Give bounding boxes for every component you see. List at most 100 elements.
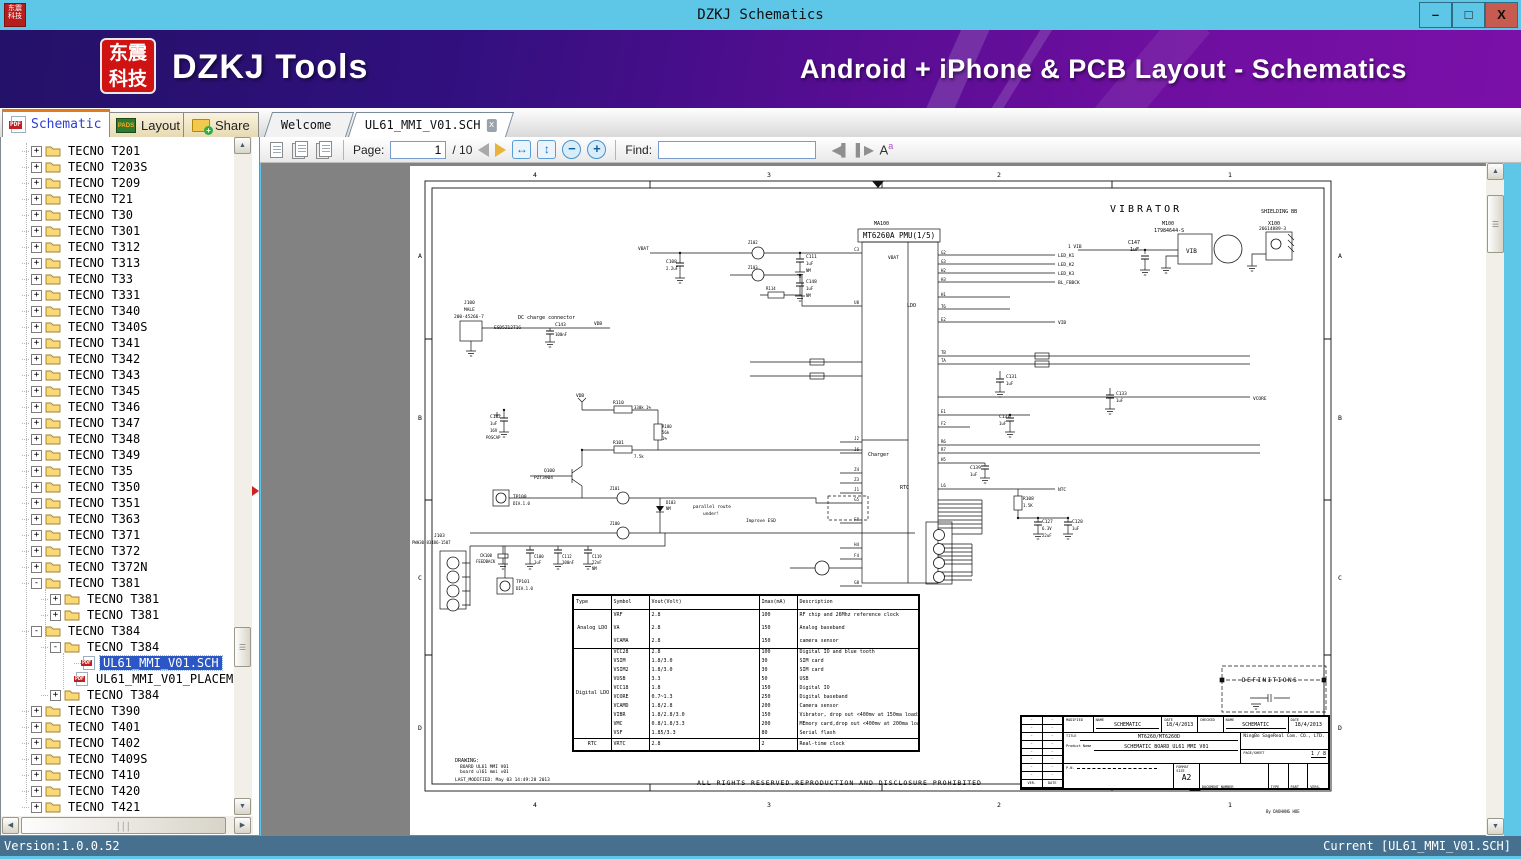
tree-toggle-icon[interactable]: +: [31, 545, 42, 557]
tree-item[interactable]: + TECNO T421: [2, 799, 234, 815]
tree-item[interactable]: + TECNO T381: [2, 591, 234, 607]
zoom-in-icon[interactable]: +: [587, 140, 607, 159]
tree-item[interactable]: + TECNO T209: [2, 175, 234, 191]
tree-toggle-icon[interactable]: +: [31, 737, 42, 749]
tree-item[interactable]: PDF UL61_MMI_V01_PLACEMENT: [2, 671, 234, 687]
tree-toggle-icon[interactable]: +: [31, 401, 42, 413]
single-page-icon[interactable]: [268, 141, 286, 159]
tree-toggle-icon[interactable]: +: [31, 177, 42, 189]
fit-page-icon[interactable]: ↕: [537, 140, 557, 159]
viewer-scroll-down-icon[interactable]: ▼: [1487, 818, 1504, 835]
tree-toggle-icon[interactable]: +: [31, 513, 42, 525]
tree-toggle-icon[interactable]: +: [31, 481, 42, 493]
viewer-vscroll-track[interactable]: [1486, 163, 1504, 836]
tab-layout[interactable]: PADS Layout: [107, 112, 190, 137]
tree-item[interactable]: + TECNO T363: [2, 511, 234, 527]
tree-toggle-icon[interactable]: +: [31, 257, 42, 269]
tree-item[interactable]: + TECNO T35: [2, 463, 234, 479]
tree-item[interactable]: + TECNO T203S: [2, 159, 234, 175]
tree-toggle-icon[interactable]: +: [31, 161, 42, 173]
tree-item[interactable]: + TECNO T312: [2, 239, 234, 255]
sidebar-scroll-left-icon[interactable]: ◀: [2, 817, 19, 834]
find-input[interactable]: [658, 140, 817, 159]
tree-toggle-icon[interactable]: -: [31, 577, 42, 589]
tree-item[interactable]: + TECNO T343: [2, 367, 234, 383]
tree-toggle-icon[interactable]: +: [50, 609, 61, 621]
tree-item[interactable]: + TECNO T33: [2, 271, 234, 287]
sidebar-scroll-down-icon[interactable]: ▼: [234, 798, 251, 815]
tree-item[interactable]: PDF UL61_MMI_V01.SCH: [2, 655, 234, 671]
tree-item[interactable]: + TECNO T340S: [2, 319, 234, 335]
tree-item[interactable]: + TECNO T331: [2, 287, 234, 303]
doc-tab-welcome[interactable]: Welcome: [263, 112, 355, 137]
tree-toggle-icon[interactable]: -: [50, 641, 61, 653]
tree-item[interactable]: + TECNO T21: [2, 191, 234, 207]
tree-item[interactable]: + TECNO T347: [2, 415, 234, 431]
tree-toggle-icon[interactable]: +: [31, 417, 42, 429]
tree-toggle-icon[interactable]: +: [31, 561, 42, 573]
splitter-collapse-arrow[interactable]: [252, 486, 259, 496]
sidebar-scroll-right-icon[interactable]: ▶: [234, 817, 251, 834]
doc-tab-active[interactable]: UL61_MMI_V01.SCH x: [347, 112, 515, 137]
tree-item[interactable]: + TECNO T410: [2, 767, 234, 783]
tree-item[interactable]: + TECNO T349: [2, 447, 234, 463]
tree-item[interactable]: + TECNO T351: [2, 495, 234, 511]
tree-item[interactable]: + TECNO T313: [2, 255, 234, 271]
tree-toggle-icon[interactable]: +: [31, 385, 42, 397]
tree-item[interactable]: + TECNO T340: [2, 303, 234, 319]
tree-toggle-icon[interactable]: +: [31, 305, 42, 317]
tree-toggle-icon[interactable]: +: [31, 785, 42, 797]
tree-item[interactable]: + TECNO T381: [2, 607, 234, 623]
tree-item[interactable]: + TECNO T201: [2, 143, 234, 159]
tree-toggle-icon[interactable]: +: [50, 593, 61, 605]
tree-toggle-icon[interactable]: +: [31, 529, 42, 541]
tree-toggle-icon[interactable]: +: [31, 433, 42, 445]
tree-item[interactable]: + TECNO T409S: [2, 751, 234, 767]
tree-item[interactable]: + TECNO T345: [2, 383, 234, 399]
tree-item[interactable]: + TECNO T341: [2, 335, 234, 351]
tree-toggle-icon[interactable]: +: [31, 753, 42, 765]
page-number-input[interactable]: [390, 140, 447, 159]
tree-toggle-icon[interactable]: +: [31, 273, 42, 285]
sidebar-hscroll-thumb[interactable]: │││: [21, 817, 226, 834]
tree-item[interactable]: + TECNO T301: [2, 223, 234, 239]
tree-toggle-icon[interactable]: +: [31, 465, 42, 477]
tree-toggle-icon[interactable]: +: [31, 209, 42, 221]
sidebar-vscroll-thumb[interactable]: ☰: [234, 627, 251, 667]
minimize-button[interactable]: –: [1419, 2, 1452, 28]
tree-item[interactable]: + TECNO T30: [2, 207, 234, 223]
font-case-icon[interactable]: Aa: [880, 141, 894, 157]
tree-item[interactable]: - TECNO T381: [2, 575, 234, 591]
tree-toggle-icon[interactable]: +: [31, 337, 42, 349]
fit-width-icon[interactable]: ↔: [512, 140, 532, 159]
tree-item[interactable]: - TECNO T384: [2, 623, 234, 639]
tree-toggle-icon[interactable]: +: [31, 497, 42, 509]
tab-share[interactable]: + Share: [183, 112, 259, 137]
tree-toggle-icon[interactable]: +: [31, 145, 42, 157]
doc-tab-close-icon[interactable]: x: [486, 118, 497, 132]
prev-page-icon[interactable]: [478, 142, 490, 157]
tree-item[interactable]: + TECNO T372N: [2, 559, 234, 575]
tab-schematic[interactable]: PDF Schematic: [2, 109, 111, 137]
tree-toggle-icon[interactable]: +: [31, 193, 42, 205]
tree-toggle-icon[interactable]: +: [31, 241, 42, 253]
viewer-scroll-up-icon[interactable]: ▲: [1487, 163, 1504, 180]
tree-toggle-icon[interactable]: +: [50, 689, 61, 701]
tree-toggle-icon[interactable]: -: [31, 625, 42, 637]
tree-toggle-icon[interactable]: +: [31, 321, 42, 333]
next-page-copy-icon[interactable]: [316, 140, 334, 159]
tree-toggle-icon[interactable]: +: [31, 801, 42, 813]
tree-item[interactable]: + TECNO T342: [2, 351, 234, 367]
tree-item[interactable]: + TECNO T372: [2, 543, 234, 559]
tree-item[interactable]: + TECNO T420: [2, 783, 234, 799]
tree-item[interactable]: + TECNO T390: [2, 703, 234, 719]
tree-toggle-icon[interactable]: +: [31, 769, 42, 781]
tree-item[interactable]: + TECNO T371: [2, 527, 234, 543]
viewer-vscroll-thumb[interactable]: ☰: [1487, 195, 1504, 253]
tree-item[interactable]: + TECNO T346: [2, 399, 234, 415]
tree-toggle-icon[interactable]: +: [31, 225, 42, 237]
prev-page-copy-icon[interactable]: [292, 140, 310, 159]
tree-toggle-icon[interactable]: +: [31, 449, 42, 461]
sidebar-vscroll-track[interactable]: [234, 137, 252, 815]
tree-toggle-icon[interactable]: +: [31, 289, 42, 301]
